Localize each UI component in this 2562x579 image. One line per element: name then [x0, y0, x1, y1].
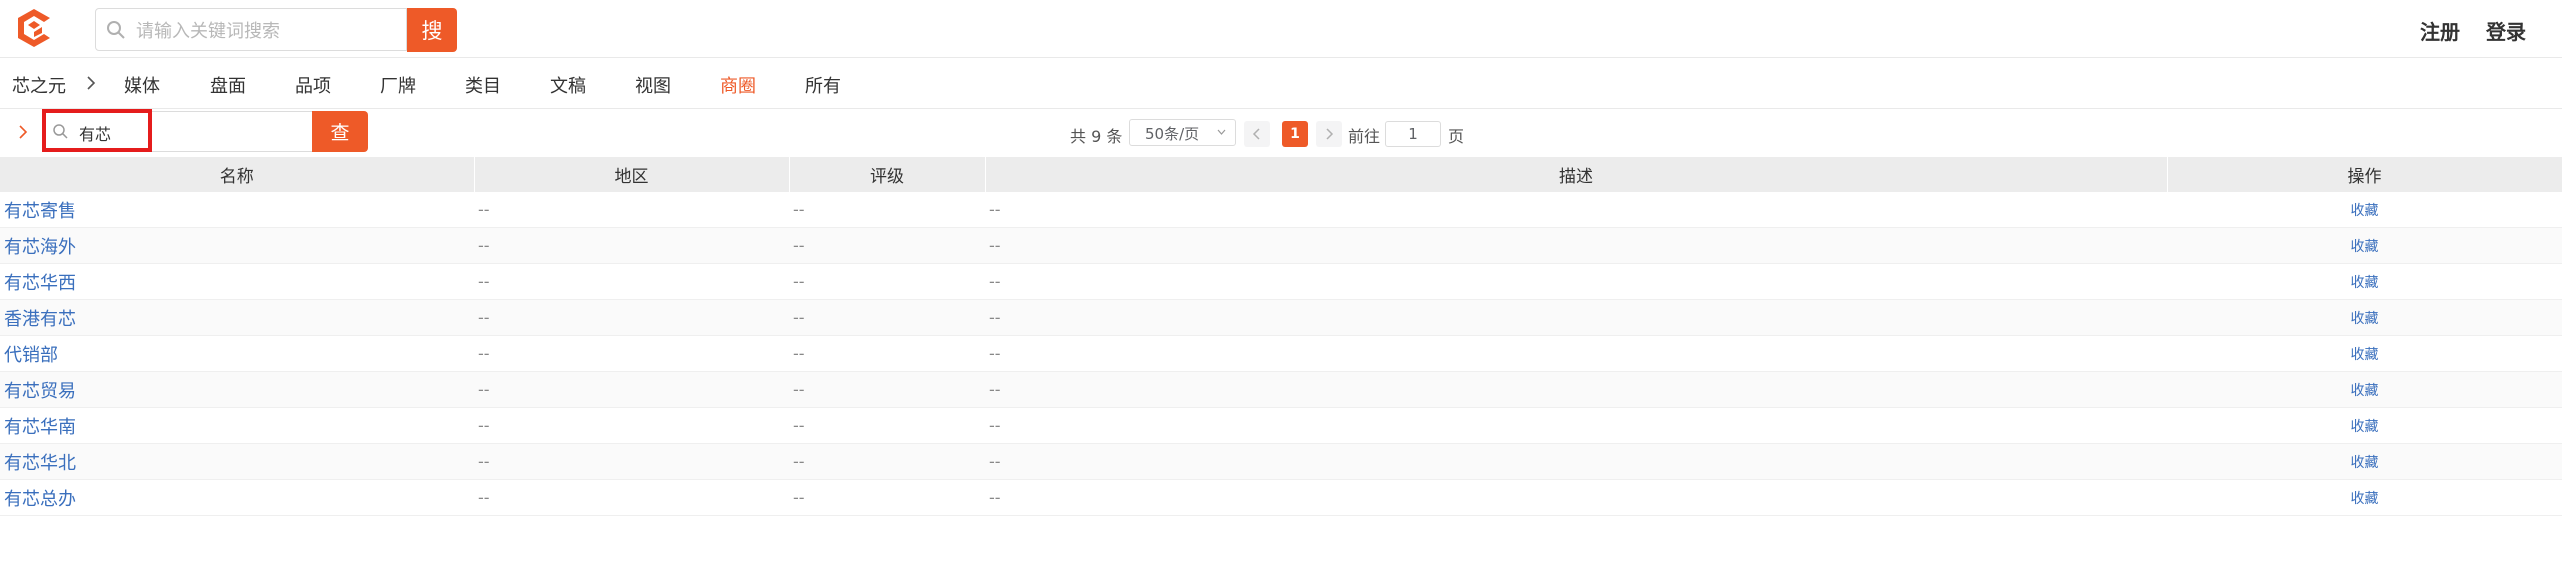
row-name-link[interactable]: 代销部 — [0, 335, 474, 372]
column-header-region[interactable]: 地区 — [474, 157, 790, 192]
row-description: -- — [985, 335, 2167, 372]
goto-label: 前往 — [1348, 127, 1381, 146]
search-icon — [107, 21, 125, 39]
table-row: 香港有芯 -- -- -- 收藏 — [0, 299, 2562, 336]
favorite-link[interactable]: 收藏 — [2167, 479, 2562, 516]
global-search-input[interactable] — [134, 17, 398, 45]
chevron-right-icon[interactable] — [17, 123, 29, 141]
table-row: 有芯海外 -- -- -- 收藏 — [0, 227, 2562, 264]
row-description: -- — [985, 227, 2167, 264]
table-row: 代销部 -- -- -- 收藏 — [0, 335, 2562, 372]
logo-icon[interactable] — [12, 6, 56, 50]
row-rating: -- — [789, 443, 985, 480]
goto-page-input[interactable] — [1385, 121, 1441, 147]
pager-total: 共 9 条 — [1070, 127, 1123, 146]
row-rating: -- — [789, 335, 985, 372]
row-name-link[interactable]: 有芯寄售 — [0, 192, 474, 228]
page-1-button[interactable]: 1 — [1282, 121, 1308, 147]
favorite-link[interactable]: 收藏 — [2167, 192, 2562, 228]
favorite-link[interactable]: 收藏 — [2167, 371, 2562, 408]
chevron-right-icon — [1326, 128, 1334, 140]
filter-search-box — [42, 111, 313, 152]
row-description: -- — [985, 443, 2167, 480]
table-row: 有芯贸易 -- -- -- 收藏 — [0, 371, 2562, 408]
row-region: -- — [474, 299, 789, 336]
column-header-description[interactable]: 描述 — [985, 157, 2168, 192]
row-rating: -- — [789, 263, 985, 300]
global-search-box — [95, 8, 407, 51]
table-header-row: 名称 地区 评级 描述 操作 — [0, 157, 2562, 192]
nav-item-board[interactable]: 盘面 — [210, 72, 246, 98]
row-description: -- — [985, 299, 2167, 336]
business-circle-table: 名称 地区 评级 描述 操作 有芯寄售 -- -- -- 收藏 有芯海外 -- … — [0, 157, 2562, 516]
row-name-link[interactable]: 有芯贸易 — [0, 371, 474, 408]
goto-unit: 页 — [1448, 127, 1465, 146]
filter-search-input[interactable] — [77, 120, 301, 146]
chevron-left-icon — [1252, 128, 1260, 140]
row-rating: -- — [789, 407, 985, 444]
favorite-link[interactable]: 收藏 — [2167, 227, 2562, 264]
nav-brand[interactable]: 芯之元 — [12, 72, 66, 98]
table-row: 有芯寄售 -- -- -- 收藏 — [0, 192, 2562, 228]
row-region: -- — [474, 335, 789, 372]
prev-page-button[interactable] — [1244, 121, 1270, 147]
column-header-rating[interactable]: 评级 — [789, 157, 986, 192]
table-row: 有芯华南 -- -- -- 收藏 — [0, 407, 2562, 444]
row-name-link[interactable]: 有芯总办 — [0, 479, 474, 516]
row-region: -- — [474, 479, 789, 516]
favorite-link[interactable]: 收藏 — [2167, 407, 2562, 444]
row-name-link[interactable]: 有芯华北 — [0, 443, 474, 480]
nav-item-brand[interactable]: 厂牌 — [380, 72, 416, 98]
row-region: -- — [474, 227, 789, 264]
row-name-link[interactable]: 有芯华西 — [0, 263, 474, 300]
chevron-down-icon — [1217, 129, 1226, 135]
row-description: -- — [985, 479, 2167, 516]
row-rating: -- — [789, 299, 985, 336]
favorite-link[interactable]: 收藏 — [2167, 335, 2562, 372]
page-size-value: 50条/页 — [1145, 125, 1200, 143]
top-bar: 搜 注册 登录 — [0, 0, 2562, 58]
list-toolbar: 查 共 9 条 50条/页 1 前往 页 — [0, 108, 2562, 157]
favorite-link[interactable]: 收藏 — [2167, 263, 2562, 300]
column-header-name[interactable]: 名称 — [0, 157, 475, 192]
column-header-action: 操作 — [2167, 157, 2562, 192]
row-rating: -- — [789, 479, 985, 516]
row-name-link[interactable]: 香港有芯 — [0, 299, 474, 336]
register-link[interactable]: 注册 — [2420, 16, 2460, 45]
nav-item-articles[interactable]: 文稿 — [550, 72, 586, 98]
query-button[interactable]: 查 — [312, 111, 368, 152]
favorite-link[interactable]: 收藏 — [2167, 443, 2562, 480]
row-name-link[interactable]: 有芯华南 — [0, 407, 474, 444]
row-description: -- — [985, 407, 2167, 444]
table-row: 有芯总办 -- -- -- 收藏 — [0, 479, 2562, 516]
nav-item-category[interactable]: 类目 — [465, 72, 501, 98]
nav-item-business-circle[interactable]: 商圈 — [720, 72, 756, 98]
next-page-button[interactable] — [1316, 121, 1342, 147]
table-row: 有芯华西 -- -- -- 收藏 — [0, 263, 2562, 300]
global-search-button[interactable]: 搜 — [407, 8, 457, 52]
row-name-link[interactable]: 有芯海外 — [0, 227, 474, 264]
row-rating: -- — [789, 227, 985, 264]
nav-item-product[interactable]: 品项 — [295, 72, 331, 98]
login-link[interactable]: 登录 — [2486, 16, 2526, 45]
nav-item-view[interactable]: 视图 — [635, 72, 671, 98]
page-size-select[interactable]: 50条/页 — [1129, 119, 1236, 146]
row-region: -- — [474, 192, 789, 228]
row-region: -- — [474, 263, 789, 300]
row-description: -- — [985, 263, 2167, 300]
category-nav: 芯之元 媒体 盘面 品项 厂牌 类目 文稿 视图 商圈 所有 — [0, 58, 2562, 109]
row-region: -- — [474, 407, 789, 444]
chevron-right-icon — [87, 76, 96, 90]
nav-item-all[interactable]: 所有 — [805, 72, 841, 98]
nav-item-media[interactable]: 媒体 — [124, 72, 160, 98]
favorite-link[interactable]: 收藏 — [2167, 299, 2562, 336]
row-region: -- — [474, 371, 789, 408]
row-rating: -- — [789, 371, 985, 408]
search-icon — [53, 124, 68, 139]
row-description: -- — [985, 371, 2167, 408]
row-description: -- — [985, 192, 2167, 228]
row-rating: -- — [789, 192, 985, 228]
row-region: -- — [474, 443, 789, 480]
table-row: 有芯华北 -- -- -- 收藏 — [0, 443, 2562, 480]
